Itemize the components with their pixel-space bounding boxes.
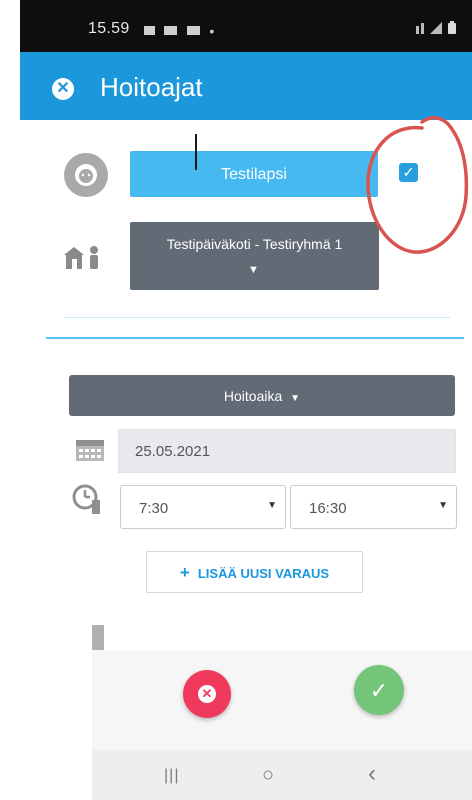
confirm-button[interactable]: ✓ (354, 665, 404, 715)
more-dot: • (209, 22, 215, 39)
divider (64, 317, 450, 318)
android-nav-bar: ||| ○ ‹ (92, 750, 472, 800)
date-field[interactable]: 25.05.2021 (118, 429, 456, 473)
signal-battery-icon (416, 21, 456, 34)
text-cursor (195, 134, 197, 170)
calendar-icon (76, 440, 104, 461)
status-bar: 15.59 • (20, 0, 472, 52)
notification-icon (186, 26, 200, 36)
child-select-button[interactable]: Testilapsi (130, 151, 378, 197)
caret-down-icon: ▼ (248, 264, 259, 276)
cancel-button[interactable]: ✕ (183, 670, 231, 718)
status-time: 15.59 (88, 20, 130, 37)
select-arrow-icon: ▼ (267, 500, 277, 511)
caret-down-icon: ▼ (290, 393, 301, 404)
home-icon[interactable]: ○ (262, 764, 274, 787)
add-reservation-button[interactable]: + LISÄÄ UUSI VARAUS (146, 551, 363, 593)
care-time-dropdown[interactable]: Hoitoaika ▼ (69, 375, 455, 416)
page-title: Hoitoajat (100, 72, 203, 102)
child-avatar (64, 153, 108, 197)
section-divider (46, 337, 464, 339)
add-reservation-label: LISÄÄ UUSI VARAUS (197, 566, 330, 581)
gallery-icon (144, 26, 155, 36)
back-icon[interactable]: ‹ (368, 760, 376, 788)
group-label: Testipäiväkoti - Testiryhmä 1 (166, 236, 343, 252)
notification-icon (164, 26, 178, 36)
care-time-label: Hoitoaika (223, 388, 283, 404)
clock-icon (72, 484, 100, 514)
start-time-value: 7:30 (139, 500, 169, 517)
daycare-icon (64, 246, 98, 269)
select-arrow-icon: ▼ (438, 500, 448, 511)
action-bar (92, 650, 472, 750)
plus-icon: + (179, 563, 190, 582)
start-time-select[interactable]: 7:30 ▼ (120, 485, 286, 529)
annotation-circle (366, 116, 469, 254)
end-time-value: 16:30 (309, 500, 347, 517)
notification-icons: • (144, 22, 234, 39)
end-time-select[interactable]: 16:30 ▼ (290, 485, 457, 529)
cancel-icon: ✕ (198, 685, 216, 703)
recent-apps-icon[interactable]: ||| (164, 767, 179, 785)
group-select-button[interactable]: Testipäiväkoti - Testiryhmä 1 ▼ (130, 222, 379, 290)
check-icon: ✓ (369, 678, 389, 703)
close-icon[interactable]: ✕ (52, 78, 74, 100)
child-face-icon (75, 164, 97, 186)
